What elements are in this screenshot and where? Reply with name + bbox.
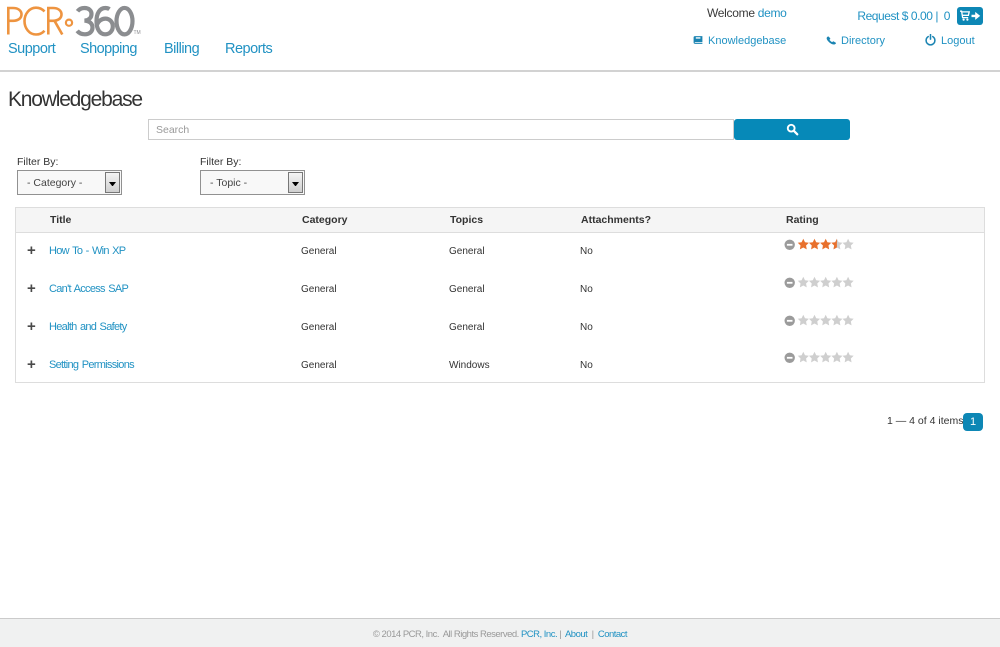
svg-text:TM: TM bbox=[134, 30, 141, 36]
